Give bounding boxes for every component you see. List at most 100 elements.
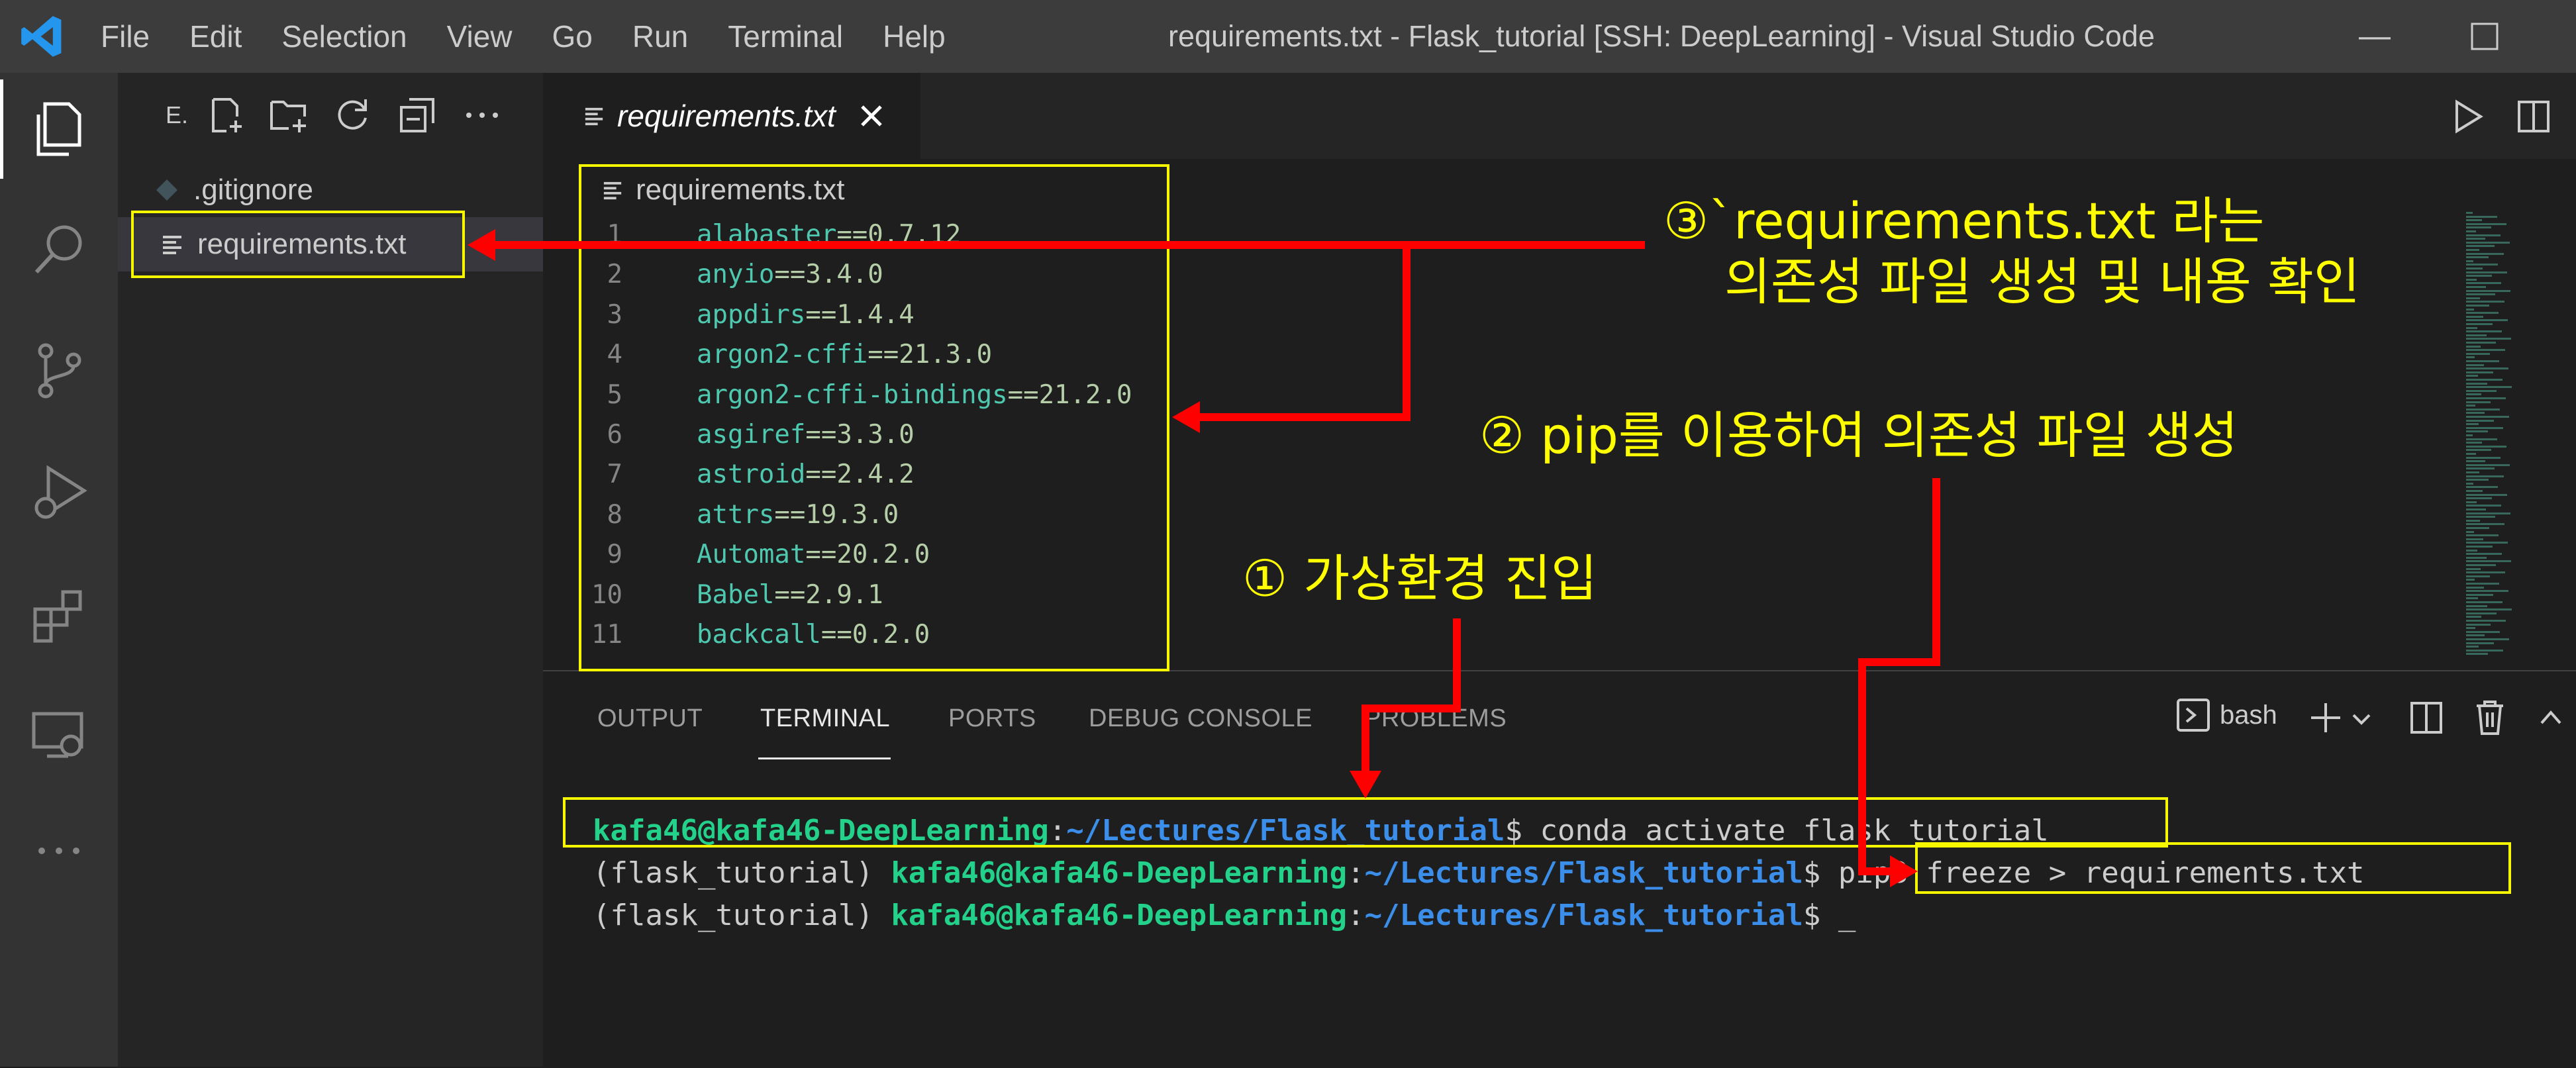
editor-tab-bar: requirements.txt — [543, 73, 2576, 159]
package-spec: appdirs==1.4.4 — [697, 300, 915, 330]
line-number: 2 — [607, 260, 622, 290]
package-name: Automat — [697, 540, 806, 570]
line-number: 5 — [607, 379, 622, 410]
line-number: 3 — [607, 299, 622, 330]
split-editor-icon[interactable] — [2516, 99, 2551, 134]
maximize-icon[interactable] — [2470, 0, 2499, 73]
line-number: 6 — [607, 420, 622, 450]
run-file-icon[interactable] — [2450, 99, 2485, 134]
package-version: ==1.4.4 — [805, 299, 915, 330]
terminal-user: kafa46@kafa46-DeepLearning — [593, 814, 1049, 848]
explorer-toolbar: E. — [118, 73, 543, 159]
code-line[interactable]: 10 Babel==2.9.1 — [543, 580, 1205, 620]
text-file-icon — [163, 236, 181, 254]
annotation-step3-line2: 의존성 파일 생성 및 내용 확인 — [1724, 252, 2360, 311]
terminal-prompt: $ — [1803, 856, 1838, 890]
package-spec: asgiref==3.3.0 — [697, 420, 915, 450]
bottom-panel: OUTPUT TERMINAL PORTS DEBUG CONSOLE PROB… — [543, 670, 2576, 1068]
package-name: asgiref — [697, 420, 806, 450]
vscode-logo-icon[interactable] — [19, 13, 65, 60]
title-bar: File Edit Selection View Go Run Terminal… — [0, 0, 2576, 73]
terminal-colon: : — [1347, 856, 1365, 890]
package-version: ==2.4.2 — [805, 460, 915, 490]
trash-icon[interactable] — [2473, 699, 2507, 736]
terminal-selector[interactable]: bash — [2176, 698, 2277, 732]
extensions-icon[interactable] — [0, 566, 118, 665]
close-icon[interactable] — [858, 103, 885, 129]
file-gitignore[interactable]: .gitignore — [118, 163, 543, 217]
menu-terminal[interactable]: Terminal — [728, 19, 843, 54]
chevron-down-icon[interactable] — [2351, 708, 2372, 730]
menu-file[interactable]: File — [101, 19, 150, 54]
package-version: ==3.4.0 — [774, 260, 883, 290]
package-spec: alabaster==0.7.12 — [697, 220, 961, 250]
line-number: 11 — [591, 620, 622, 650]
package-name: argon2-cffi — [697, 340, 868, 370]
split-terminal-icon[interactable] — [2409, 701, 2444, 735]
package-name: Babel — [697, 579, 775, 610]
text-file-icon — [585, 107, 603, 126]
package-spec: argon2-cffi-bindings==21.2.0 — [697, 380, 1132, 410]
file-requirements[interactable]: requirements.txt — [118, 217, 543, 271]
package-version: ==21.2.0 — [1007, 379, 1132, 410]
package-spec: argon2-cffi==21.3.0 — [697, 340, 992, 369]
refresh-icon[interactable] — [334, 95, 371, 135]
package-spec: astroid==2.4.2 — [697, 460, 915, 489]
code-line[interactable]: 1 alabaster==0.7.12 — [543, 220, 1205, 260]
minimize-icon[interactable]: — — [2359, 0, 2391, 73]
chevron-up-icon[interactable] — [2539, 707, 2563, 727]
package-version: ==0.2.0 — [820, 620, 930, 650]
menu-run[interactable]: Run — [632, 19, 688, 54]
run-debug-icon[interactable] — [0, 442, 118, 542]
new-file-icon[interactable] — [208, 95, 245, 135]
code-line[interactable]: 4 argon2-cffi==21.3.0 — [543, 340, 1205, 379]
code-line[interactable]: 7 astroid==2.4.2 — [543, 460, 1205, 499]
code-line[interactable]: 6 asgiref==3.3.0 — [543, 420, 1205, 460]
tab-requirements[interactable]: requirements.txt — [543, 73, 920, 159]
terminal-line: (flask_tutorial) kafa46@kafa46-DeepLearn… — [593, 856, 2365, 890]
package-name: backcall — [697, 620, 821, 650]
file-name: requirements.txt — [197, 228, 407, 260]
explorer-icon[interactable] — [0, 79, 118, 179]
breadcrumb-file: requirements.txt — [636, 173, 845, 206]
remote-explorer-icon[interactable] — [0, 685, 118, 785]
menu-help[interactable]: Help — [883, 19, 946, 54]
terminal-colon: : — [1048, 814, 1067, 848]
new-terminal-icon[interactable] — [2308, 701, 2343, 735]
terminal-env: (flask_tutorial) — [593, 898, 891, 932]
menu-selection[interactable]: Selection — [281, 19, 407, 54]
code-line[interactable]: 9 Automat==20.2.0 — [543, 540, 1205, 579]
tab-output[interactable]: OUTPUT — [597, 704, 703, 733]
tab-terminal[interactable]: TERMINAL — [760, 704, 890, 733]
terminal-line: (flask_tutorial) kafa46@kafa46-DeepLearn… — [593, 898, 1856, 932]
code-line[interactable]: 5 argon2-cffi-bindings==21.2.0 — [543, 380, 1205, 420]
code-line[interactable]: 11 backcall==0.2.0 — [543, 620, 1205, 659]
menu-view[interactable]: View — [447, 19, 513, 54]
tab-problems[interactable]: PROBLEMS — [1364, 704, 1507, 733]
code-line[interactable]: 8 attrs==19.3.0 — [543, 500, 1205, 540]
code-line[interactable]: 3 appdirs==1.4.4 — [543, 300, 1205, 340]
package-spec: attrs==19.3.0 — [697, 500, 899, 530]
package-version: ==2.9.1 — [774, 579, 883, 610]
package-name: argon2-cffi-bindings — [697, 379, 1008, 410]
code-line[interactable]: 2 anyio==3.4.0 — [543, 260, 1205, 299]
activity-bar — [0, 73, 118, 1067]
line-number: 1 — [607, 220, 622, 250]
tab-ports[interactable]: PORTS — [948, 704, 1036, 733]
menu-edit[interactable]: Edit — [189, 19, 242, 54]
collapse-all-icon[interactable] — [399, 95, 436, 135]
package-name: appdirs — [697, 299, 806, 330]
new-folder-icon[interactable] — [269, 95, 309, 135]
tab-debug-console[interactable]: DEBUG CONSOLE — [1089, 704, 1313, 733]
menu-go[interactable]: Go — [552, 19, 593, 54]
breadcrumb[interactable]: requirements.txt — [603, 173, 844, 207]
search-icon[interactable] — [0, 199, 118, 298]
terminal-user: kafa46@kafa46-DeepLearning — [891, 898, 1348, 932]
more-icon[interactable] — [0, 801, 118, 900]
terminal-prompt: $ — [1505, 814, 1540, 848]
more-actions-icon[interactable] — [464, 95, 501, 135]
source-control-icon[interactable] — [0, 321, 118, 420]
package-spec: anyio==3.4.0 — [697, 260, 883, 289]
package-spec: backcall==0.2.0 — [697, 620, 930, 650]
minimap[interactable] — [2462, 212, 2576, 669]
